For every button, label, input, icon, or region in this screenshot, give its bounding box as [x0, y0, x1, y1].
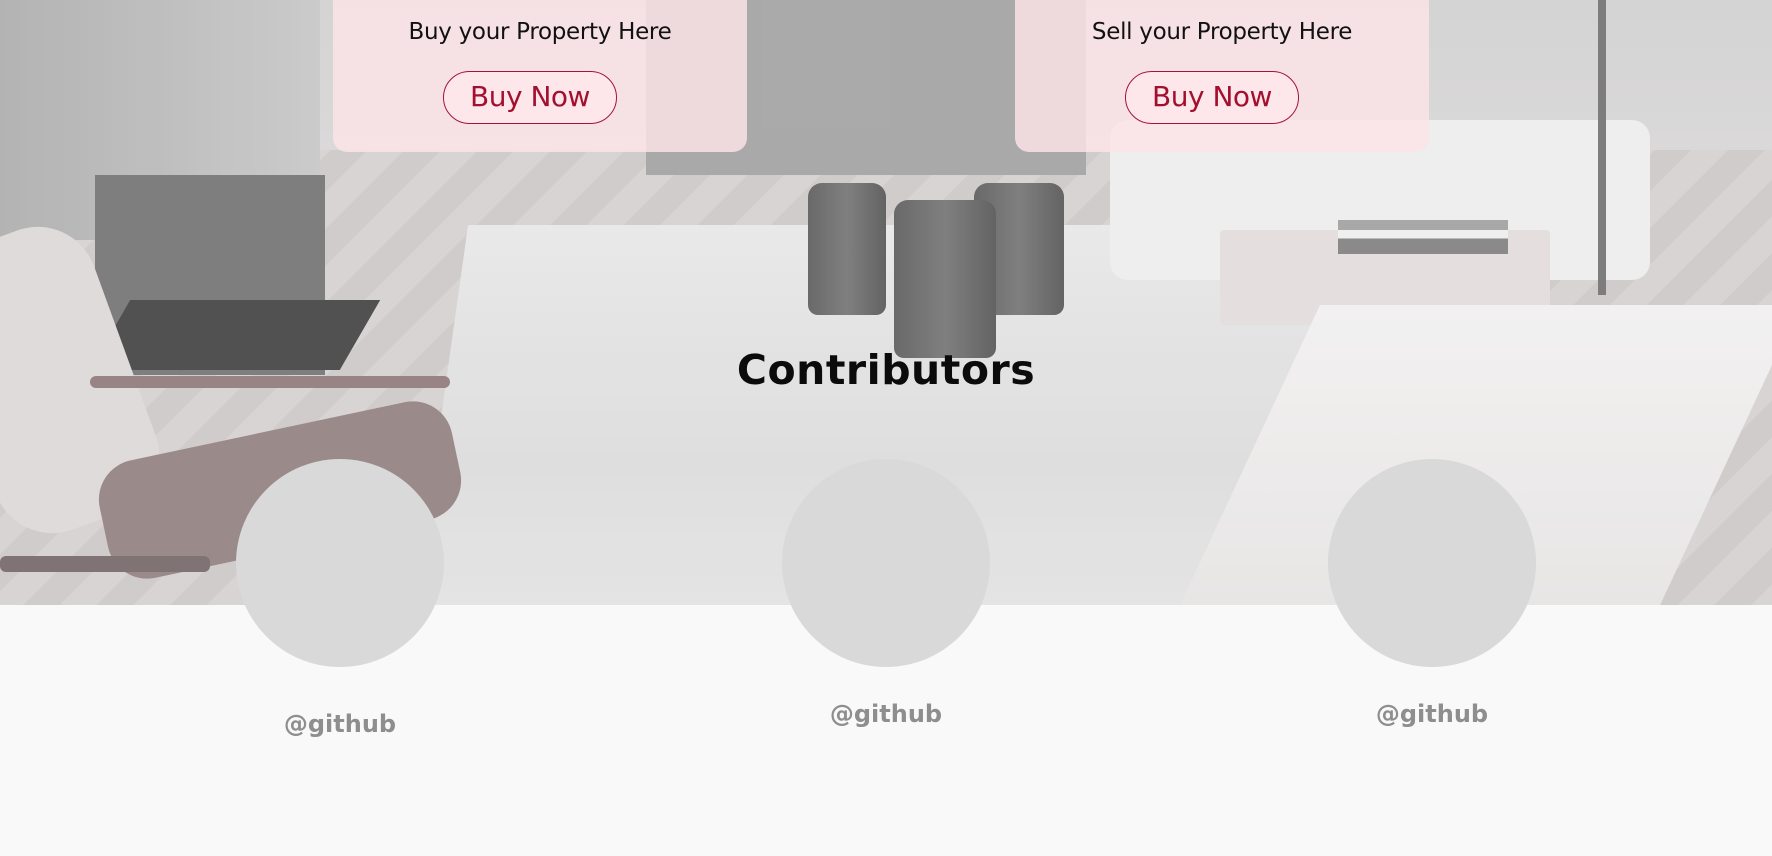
buy-now-button[interactable]: Buy Now: [443, 71, 617, 124]
avatar: [236, 459, 444, 667]
contributor-github-link[interactable]: @github: [1328, 699, 1536, 729]
buy-property-card: Buy your Property Here Buy Now: [333, 0, 747, 152]
contributors-title: Contributors: [736, 346, 1036, 394]
sell-buy-now-button[interactable]: Buy Now: [1125, 71, 1299, 124]
avatar: [782, 459, 990, 667]
buy-card-text: Buy your Property Here: [408, 19, 672, 45]
contributor-github-link[interactable]: @github: [782, 699, 990, 729]
sell-card-text: Sell your Property Here: [1091, 19, 1353, 45]
contributor-github-link[interactable]: @github: [236, 709, 444, 739]
avatar: [1328, 459, 1536, 667]
sell-property-card: Sell your Property Here Buy Now: [1015, 0, 1429, 152]
